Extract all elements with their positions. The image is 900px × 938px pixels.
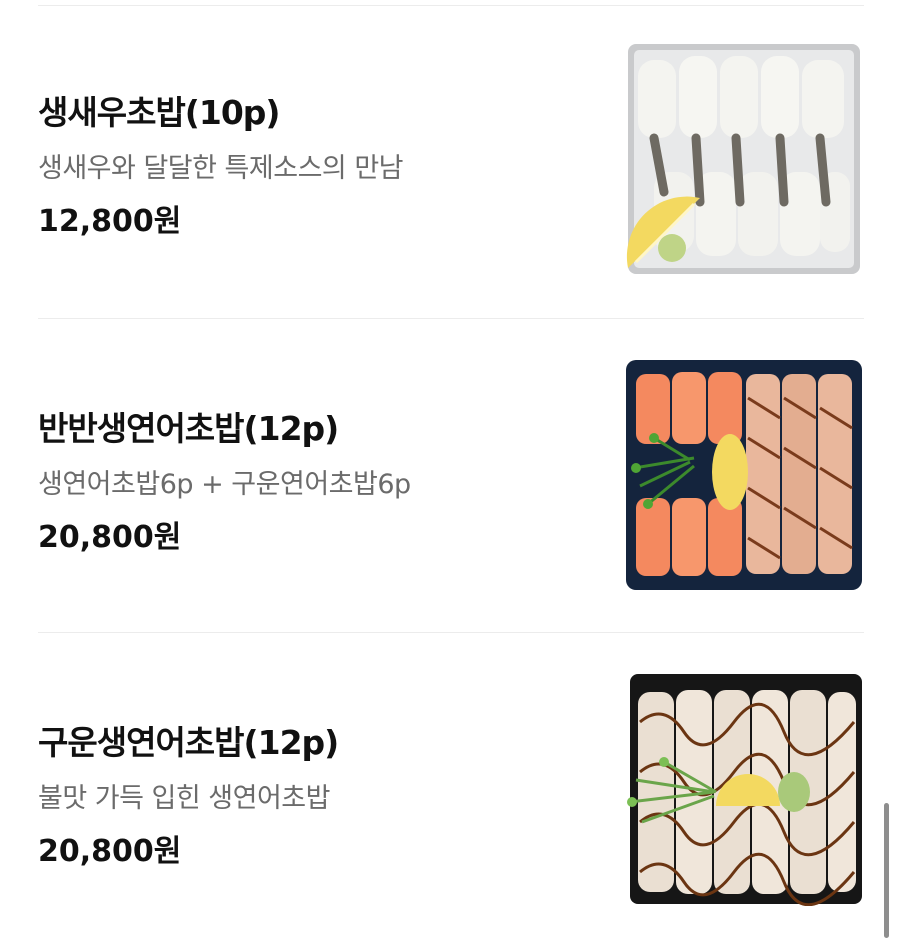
seared-salmon-pieces (746, 374, 853, 574)
menu-item-description: 생새우와 달달한 특제소스의 만남 (38, 153, 404, 184)
menu-item-price: 20,800원 (38, 520, 182, 555)
menu-item-shrimp[interactable]: 생새우초밥(10p) 생새우와 달달한 특제소스의 만남 12,800원 (0, 0, 900, 318)
seared-salmon-sushi-image[interactable] (624, 672, 864, 906)
menu-item-seared-salmon[interactable]: 구운생연어초밥(12p) 불맛 가득 입힌 생연어초밥 20,800원 (0, 632, 900, 938)
menu-item-name: 생새우초밥(10p) (38, 93, 281, 132)
wasabi-icon (778, 772, 810, 812)
menu-item-description: 생연어초밥6p + 구운연어초밥6p (38, 469, 411, 500)
scrollbar-thumb[interactable] (884, 803, 889, 938)
lemon-icon (712, 434, 748, 510)
menu-item-price: 20,800원 (38, 834, 182, 869)
shrimp-sushi-image[interactable] (624, 42, 864, 276)
menu-item-name: 구운생연어초밥(12p) (38, 723, 339, 762)
menu-item-price: 12,800원 (38, 204, 182, 239)
menu-item-name: 반반생연어초밥(12p) (38, 409, 339, 448)
menu-item-half-salmon[interactable]: 반반생연어초밥(12p) 생연어초밥6p + 구운연어초밥6p 20,800원 (0, 318, 900, 632)
menu-item-description: 불맛 가득 입힌 생연어초밥 (38, 783, 331, 814)
half-salmon-sushi-image[interactable] (624, 358, 864, 592)
